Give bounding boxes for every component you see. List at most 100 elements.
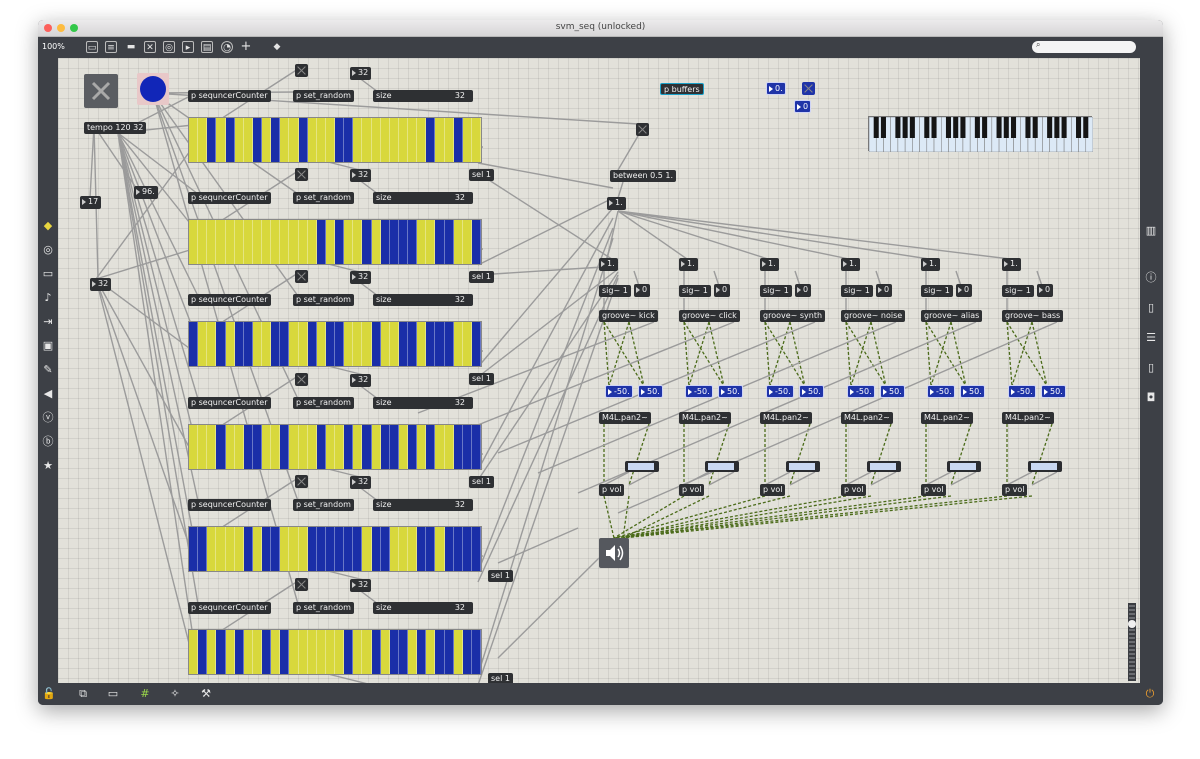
matrix-step[interactable] <box>243 322 253 366</box>
patch-cord[interactable] <box>764 321 806 387</box>
matrix-step[interactable] <box>234 220 244 264</box>
matrix-step[interactable] <box>462 220 472 264</box>
matrix-step[interactable] <box>198 220 208 264</box>
row-toggle[interactable] <box>295 475 308 488</box>
matrix-step[interactable] <box>453 527 463 571</box>
matrix-step[interactable] <box>280 220 290 264</box>
matrix-step[interactable] <box>344 118 354 162</box>
matrix-step[interactable] <box>426 118 436 162</box>
matrix-step[interactable] <box>252 527 262 571</box>
matrix-step[interactable] <box>298 220 308 264</box>
matrix-step[interactable] <box>271 118 281 162</box>
black-key[interactable] <box>873 117 879 138</box>
matrix-step[interactable] <box>243 118 253 162</box>
number-96[interactable]: 96. <box>134 186 158 199</box>
black-key[interactable] <box>982 117 988 138</box>
matrix-step[interactable] <box>243 630 253 674</box>
matrix-step[interactable] <box>289 527 299 571</box>
matrix-step[interactable] <box>307 630 317 674</box>
black-key[interactable] <box>1025 117 1031 138</box>
matrix-step[interactable] <box>471 527 481 571</box>
matrix-step[interactable] <box>426 322 436 366</box>
pan-right-number[interactable]: 50. <box>718 385 743 398</box>
book-icon[interactable]: ▯ <box>1144 302 1158 314</box>
matrix-step[interactable] <box>389 630 399 674</box>
matrix-step[interactable] <box>271 527 281 571</box>
patch-cord[interactable] <box>477 162 614 189</box>
info-icon[interactable]: ⓘ <box>1144 272 1158 284</box>
step-matrix[interactable] <box>188 321 482 367</box>
sig-object[interactable]: sig~ 1 <box>841 285 873 297</box>
matrix-step[interactable] <box>225 322 235 366</box>
pan-left-number[interactable]: -50. <box>927 385 955 398</box>
matrix-step[interactable] <box>262 425 272 469</box>
sig-object[interactable]: sig~ 1 <box>1002 285 1034 297</box>
step-matrix[interactable] <box>188 629 482 675</box>
matrix-step[interactable] <box>316 425 326 469</box>
size-object[interactable]: size 32 <box>373 499 473 511</box>
matrix-step[interactable] <box>435 527 445 571</box>
matrix-step[interactable] <box>462 630 472 674</box>
black-key[interactable] <box>931 117 937 138</box>
matrix-step[interactable] <box>225 425 235 469</box>
matrix-step[interactable] <box>417 630 427 674</box>
matrix-step[interactable] <box>353 425 363 469</box>
matrix-step[interactable] <box>389 527 399 571</box>
groove-object[interactable]: groove~ noise <box>841 310 906 322</box>
matrix-step[interactable] <box>189 322 199 366</box>
sig-object[interactable]: sig~ 1 <box>760 285 792 297</box>
matrix-step[interactable] <box>389 322 399 366</box>
matrix-step[interactable] <box>207 527 217 571</box>
black-key[interactable] <box>1054 117 1060 138</box>
matrix-step[interactable] <box>389 118 399 162</box>
matrix-step[interactable] <box>398 630 408 674</box>
pan2-object[interactable]: M4L.pan2~ <box>760 412 812 424</box>
transport-toggle[interactable] <box>84 74 118 108</box>
matrix-step[interactable] <box>189 220 199 264</box>
patch-cord[interactable] <box>477 227 614 573</box>
patch-cord[interactable] <box>603 321 645 387</box>
matrix-step[interactable] <box>371 527 381 571</box>
matrix-step[interactable] <box>398 527 408 571</box>
dac-speaker[interactable] <box>599 538 629 568</box>
matrix-step[interactable] <box>380 322 390 366</box>
int-number-box[interactable]: 0 <box>794 100 812 113</box>
button-icon[interactable]: ◎ <box>163 41 175 53</box>
matrix-step[interactable] <box>380 118 390 162</box>
matrix-step[interactable] <box>453 630 463 674</box>
matrix-step[interactable] <box>462 527 472 571</box>
row-count-number[interactable]: 32 <box>350 271 372 284</box>
black-key[interactable] <box>1032 117 1038 138</box>
black-key[interactable] <box>1047 117 1053 138</box>
matrix-step[interactable] <box>289 425 299 469</box>
matrix-step[interactable] <box>234 630 244 674</box>
number-icon[interactable]: ▸ <box>182 41 194 53</box>
vol-object[interactable]: p vol <box>921 484 947 496</box>
patch-cord[interactable] <box>117 132 199 400</box>
matrix-step[interactable] <box>207 322 217 366</box>
matrix-step[interactable] <box>280 425 290 469</box>
matrix-step[interactable] <box>216 322 226 366</box>
patch-cord[interactable] <box>603 495 615 539</box>
matrix-step[interactable] <box>198 527 208 571</box>
matrix-step[interactable] <box>353 630 363 674</box>
matrix-step[interactable] <box>344 527 354 571</box>
size-object[interactable]: size 32 <box>373 397 473 409</box>
lock-icon[interactable]: 🔓 <box>42 688 56 700</box>
patch-cord[interactable] <box>497 557 600 659</box>
row-count-number[interactable]: 32 <box>350 374 372 387</box>
gain-number[interactable]: 1. <box>679 258 698 271</box>
pan-left-number[interactable]: -50. <box>847 385 875 398</box>
set-random-object[interactable]: p set_random <box>293 602 354 614</box>
matrix-step[interactable] <box>371 118 381 162</box>
matrix-step[interactable] <box>271 630 281 674</box>
black-key[interactable] <box>1083 117 1089 138</box>
pan-right-number[interactable]: 50. <box>960 385 985 398</box>
matrix-step[interactable] <box>462 425 472 469</box>
matrix-step[interactable] <box>335 322 345 366</box>
sig-object[interactable]: sig~ 1 <box>679 285 711 297</box>
plug-icon[interactable]: ◀ <box>41 388 55 400</box>
matrix-step[interactable] <box>252 220 262 264</box>
vol-object[interactable]: p vol <box>841 484 867 496</box>
matrix-step[interactable] <box>362 220 372 264</box>
